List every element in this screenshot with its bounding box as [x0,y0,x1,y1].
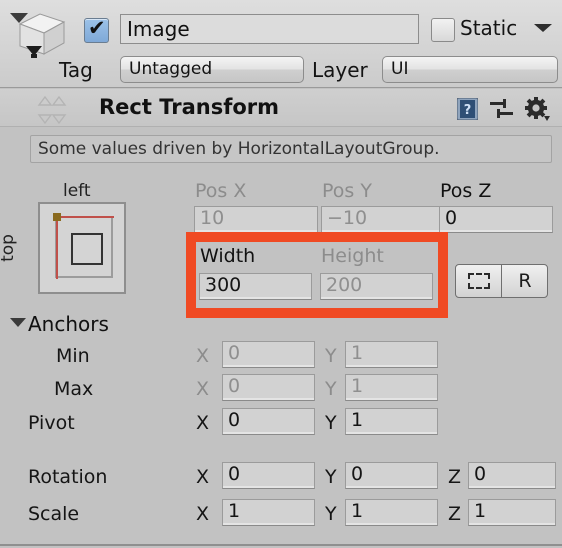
anchor-max-y-input[interactable]: 1 [345,374,438,401]
pos-y-label: Pos Y [322,180,372,202]
pivot-x-input[interactable]: 0 [222,408,315,435]
pos-z-input[interactable]: 0 [439,206,553,233]
pivot-y-axis-label: Y [325,412,337,434]
anchor-min-x-axis-label: X [196,345,210,367]
anchor-line-horizontal [56,216,114,218]
blueprint-mode-icon [468,273,490,289]
rotation-x-axis-label: X [196,466,210,488]
pos-y-input[interactable]: −10 [321,206,445,233]
rotation-x-input[interactable]: 0 [222,462,315,489]
height-label: Height [321,245,384,267]
gameobject-name-input[interactable]: Image [120,14,419,44]
scale-z-axis-label: Z [448,503,462,525]
tag-label: Tag [59,58,93,82]
scale-y-axis-label: Y [325,503,337,525]
scale-y-input[interactable]: 1 [345,499,438,526]
rotation-z-input[interactable]: 0 [468,462,556,489]
raw-mode-label: R [518,270,532,292]
driven-values-info: Some values driven by HorizontalLayoutGr… [30,135,552,163]
preset-sliders-icon[interactable] [490,99,514,119]
anchor-line-vertical [56,217,58,279]
rotation-y-axis-label: Y [325,466,337,488]
rotation-y-input[interactable]: 0 [345,462,438,489]
height-input[interactable]: 200 [320,273,433,300]
anchor-handle-icon [53,213,61,221]
anchors-foldout-arrow-icon[interactable] [10,318,26,327]
scale-x-input[interactable]: 1 [222,499,315,526]
blueprint-mode-button[interactable] [456,265,502,297]
component-title: Rect Transform [99,95,280,119]
scale-label: Scale [28,503,80,525]
anchor-preset-side-label: top [0,234,18,262]
width-label: Width [200,245,256,267]
pivot-y-input[interactable]: 1 [345,408,438,435]
anchor-preset-button[interactable] [38,202,126,294]
rect-transform-icon [32,95,72,125]
tag-dropdown[interactable]: Untagged [120,56,304,83]
anchor-child-rect [71,233,103,265]
scale-x-axis-label: X [196,503,210,525]
layer-label: Layer [312,58,368,82]
raw-edit-mode-button[interactable]: R [502,265,547,297]
component-foldout-arrow-icon[interactable] [10,13,28,23]
help-book-icon[interactable]: ? [456,97,479,121]
anchor-max-label: Max [54,378,94,400]
anchor-preset-top-label: left [63,181,91,201]
static-dropdown-arrow-icon[interactable] [534,24,552,32]
anchor-max-x-input[interactable]: 0 [222,374,315,401]
layer-dropdown[interactable]: UI [382,56,558,83]
anchor-min-label: Min [56,345,90,367]
static-label: Static [460,16,518,40]
pivot-label: Pivot [28,412,75,434]
panel-bottom-divider [0,544,562,546]
width-input[interactable]: 300 [199,273,312,300]
anchor-min-x-input[interactable]: 0 [222,341,315,368]
pos-z-label: Pos Z [440,180,492,202]
pivot-x-axis-label: X [196,412,210,434]
anchor-min-y-input[interactable]: 1 [345,341,438,368]
gameobject-active-checkbox[interactable]: ✔ [84,16,109,43]
gear-icon[interactable] [525,97,550,121]
scale-z-input[interactable]: 1 [468,499,556,526]
pos-x-input[interactable]: 10 [194,206,318,233]
checkmark-icon: ✔ [88,16,106,40]
static-checkbox[interactable] [431,18,455,42]
pos-x-label: Pos X [195,180,247,202]
anchor-max-y-axis-label: Y [325,378,337,400]
anchor-min-y-axis-label: Y [325,345,337,367]
object-header: ✔ Image Static Tag Untagged Layer UI [0,0,562,88]
rotation-z-axis-label: Z [448,466,462,488]
blueprint-raw-button-group: R [455,264,548,298]
svg-text:?: ? [464,103,472,118]
inspector-panel: ✔ Image Static Tag Untagged Layer UI Rec… [0,0,562,548]
rotation-label: Rotation [28,466,108,488]
anchors-section-label: Anchors [28,312,109,336]
anchor-max-x-axis-label: X [196,378,210,400]
